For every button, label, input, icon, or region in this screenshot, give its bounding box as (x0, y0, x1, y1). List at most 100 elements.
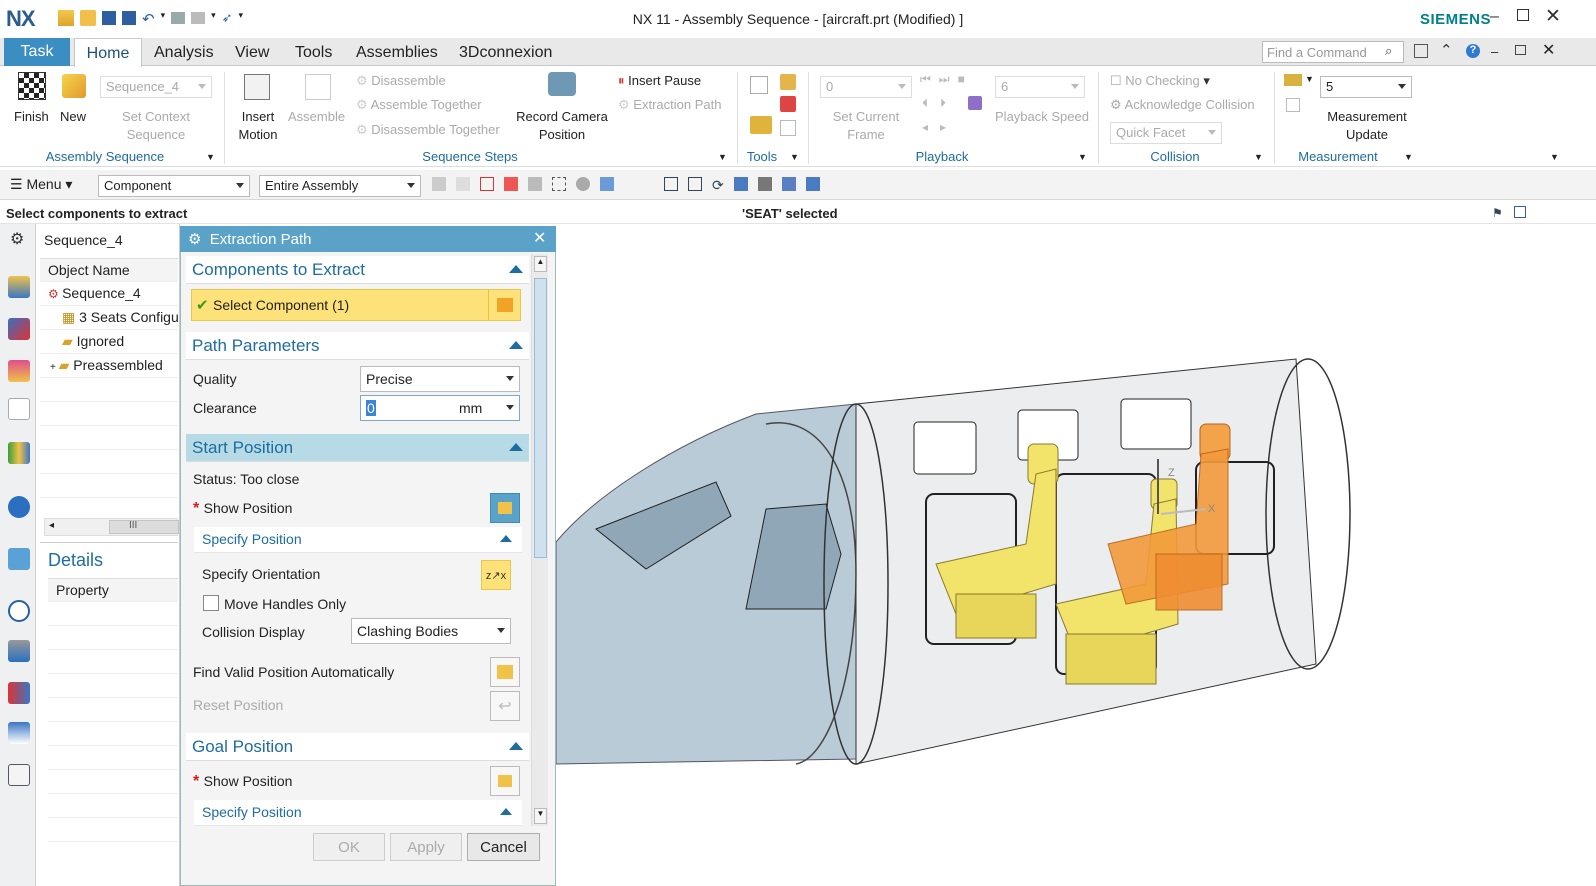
minimize-icon[interactable]: – (1490, 8, 1499, 26)
collision-display-select[interactable]: Clashing Bodies (351, 618, 511, 644)
disassemble-together-button[interactable]: ⚙ Disassemble Together (356, 121, 500, 139)
tree-item-seats[interactable]: ▦ 3 Seats Configu (40, 306, 178, 330)
set-context-sequence-button[interactable]: Set Context Sequence (106, 108, 206, 144)
system-materials-icon[interactable] (8, 764, 30, 786)
rotate-icon[interactable]: ⟳ (712, 177, 724, 194)
tool-icon[interactable] (805, 177, 820, 191)
goal-subsection-specify-position[interactable]: Specify Position (194, 800, 522, 826)
tab-tools[interactable]: Tools (295, 44, 332, 62)
tool-icon[interactable] (733, 177, 748, 191)
tool-icon[interactable] (781, 177, 796, 191)
assemble-button[interactable]: Assemble (288, 108, 345, 126)
specify-orientation-button[interactable]: z↗x (481, 560, 511, 590)
constraint-navigator-icon[interactable] (8, 318, 30, 340)
finish-button[interactable]: Finish (14, 108, 49, 126)
select-component-row[interactable]: ✔ Select Component (1) (191, 289, 521, 321)
scroll-thumb[interactable] (534, 278, 547, 558)
selection-scope-combo[interactable]: Entire Assembly (259, 175, 421, 197)
sequence-combo[interactable]: Sequence_4 (100, 76, 212, 98)
quick-facet-combo[interactable]: Quick Facet (1110, 122, 1222, 144)
close-doc-icon[interactable]: ✕ (1542, 40, 1555, 60)
extraction-path-button[interactable]: ⚙ Extraction Path (618, 96, 721, 114)
tab-3dconnexion[interactable]: 3Dconnexion (459, 44, 552, 62)
tree-item-preassembled[interactable]: + ▰ Preassembled (40, 354, 178, 378)
measurement-update-button[interactable]: Measurement Update (1320, 108, 1414, 144)
column-header[interactable]: Object Name (40, 258, 178, 282)
section-start-position[interactable]: Start Position (186, 434, 529, 462)
minimize-doc-icon[interactable]: – (1491, 44, 1498, 59)
group-expand-icon[interactable]: ▼ (206, 152, 215, 162)
insert-motion-button[interactable]: Insert Motion (236, 108, 280, 144)
find-valid-position-button[interactable] (490, 657, 520, 687)
group-expand-icon[interactable]: ▼ (1254, 152, 1263, 162)
quality-select[interactable]: Precise (360, 366, 520, 392)
tool-icon[interactable] (750, 116, 772, 134)
viewport-fit-icon[interactable] (1514, 206, 1526, 218)
ribbon-options-icon[interactable] (1414, 44, 1428, 58)
ok-button[interactable]: OK (313, 833, 385, 861)
history-clock-icon[interactable] (8, 600, 30, 622)
web-browser-icon[interactable] (8, 548, 30, 570)
aircraft-model[interactable]: Z X (556, 224, 1596, 886)
tool-icon[interactable] (780, 120, 796, 136)
new-button[interactable]: New (60, 108, 86, 126)
tool-icon[interactable] (552, 177, 566, 191)
tool-icon[interactable] (504, 177, 518, 191)
group-expand-icon[interactable]: ▼ (790, 152, 799, 162)
dialog-scrollbar[interactable]: ▲ ▼ (531, 254, 548, 826)
menu-button[interactable]: ☰ Menu ▾ (10, 176, 72, 193)
acknowledge-collision-button[interactable]: ⚙ Acknowledge Collision (1110, 96, 1255, 114)
tree-item-sequence[interactable]: ⚙ Sequence_4 (40, 282, 178, 306)
restore-doc-icon[interactable] (1515, 45, 1526, 55)
no-checking-dropdown[interactable]: ☐ No Checking ▾ (1110, 72, 1210, 90)
info-icon[interactable] (8, 496, 30, 518)
apply-button[interactable]: Apply (390, 833, 462, 861)
settings-gear-icon[interactable]: ⚙ (10, 229, 24, 249)
tree-item-ignored[interactable]: ▰ Ignored (40, 330, 178, 354)
step-controls[interactable]: ⏴⏵ (922, 96, 958, 111)
select-component-button[interactable] (488, 290, 520, 320)
subsection-specify-position[interactable]: Specify Position (194, 527, 522, 553)
maximize-icon[interactable] (1517, 9, 1529, 21)
scroll-up-icon[interactable]: ▲ (534, 256, 547, 272)
measurement-icon[interactable] (1286, 98, 1300, 112)
disassemble-button[interactable]: ⚙ Disassemble (356, 72, 446, 90)
section-path-parameters[interactable]: Path Parameters (186, 332, 529, 360)
search-icon[interactable]: ⌕ (1385, 43, 1392, 59)
group-expand-icon[interactable]: ▼ (1404, 152, 1413, 162)
tool-icon[interactable] (432, 177, 446, 191)
frame-input[interactable]: 0 (820, 76, 912, 98)
tool-icon[interactable] (664, 177, 678, 191)
tab-assemblies[interactable]: Assemblies (356, 44, 438, 62)
assemble-together-button[interactable]: ⚙ Assemble Together (356, 96, 482, 114)
speed-combo[interactable]: 6 (995, 76, 1085, 98)
section-goal-position[interactable]: Goal Position (186, 733, 529, 761)
collapse-ribbon-icon[interactable]: ⌃ (1440, 41, 1453, 59)
clearance-input[interactable]: 0 mm (360, 395, 520, 421)
tab-analysis[interactable]: Analysis (154, 44, 214, 62)
tab-view[interactable]: View (235, 44, 269, 62)
tool-icon[interactable] (600, 177, 614, 191)
part-navigator-icon[interactable] (8, 360, 30, 382)
sequence-navigator-icon[interactable] (8, 398, 30, 420)
dialog-gear-icon[interactable]: ⚙ (188, 231, 201, 248)
show-position-button[interactable] (490, 493, 520, 523)
reset-position-button[interactable]: ↩ (490, 691, 520, 721)
cancel-button[interactable]: Cancel (467, 833, 540, 861)
step-controls[interactable]: ◂▸ (922, 120, 958, 134)
tool-icon[interactable] (688, 177, 702, 191)
tool-icon[interactable] (750, 76, 768, 94)
tab-home[interactable]: Home (74, 38, 142, 68)
reuse-library-icon[interactable] (8, 442, 30, 464)
record-camera-position-button[interactable]: Record Camera Position (512, 108, 612, 144)
details-column-header[interactable]: Property (48, 578, 178, 602)
close-window-icon[interactable]: ✕ (1545, 5, 1561, 28)
manufacturing-wizard-icon[interactable] (8, 682, 30, 704)
tool-icon[interactable] (780, 74, 796, 90)
horizontal-scrollbar[interactable]: ◂ III (44, 518, 179, 536)
ribbon-more-icon[interactable]: ▼ (1550, 152, 1559, 162)
chevron-down-icon[interactable]: ▼ (1305, 74, 1314, 84)
section-components-to-extract[interactable]: Components to Extract (186, 256, 529, 284)
playback-controls[interactable]: ⏮⏭■ (920, 72, 973, 87)
measurement-combo[interactable]: 5 (1320, 76, 1412, 98)
